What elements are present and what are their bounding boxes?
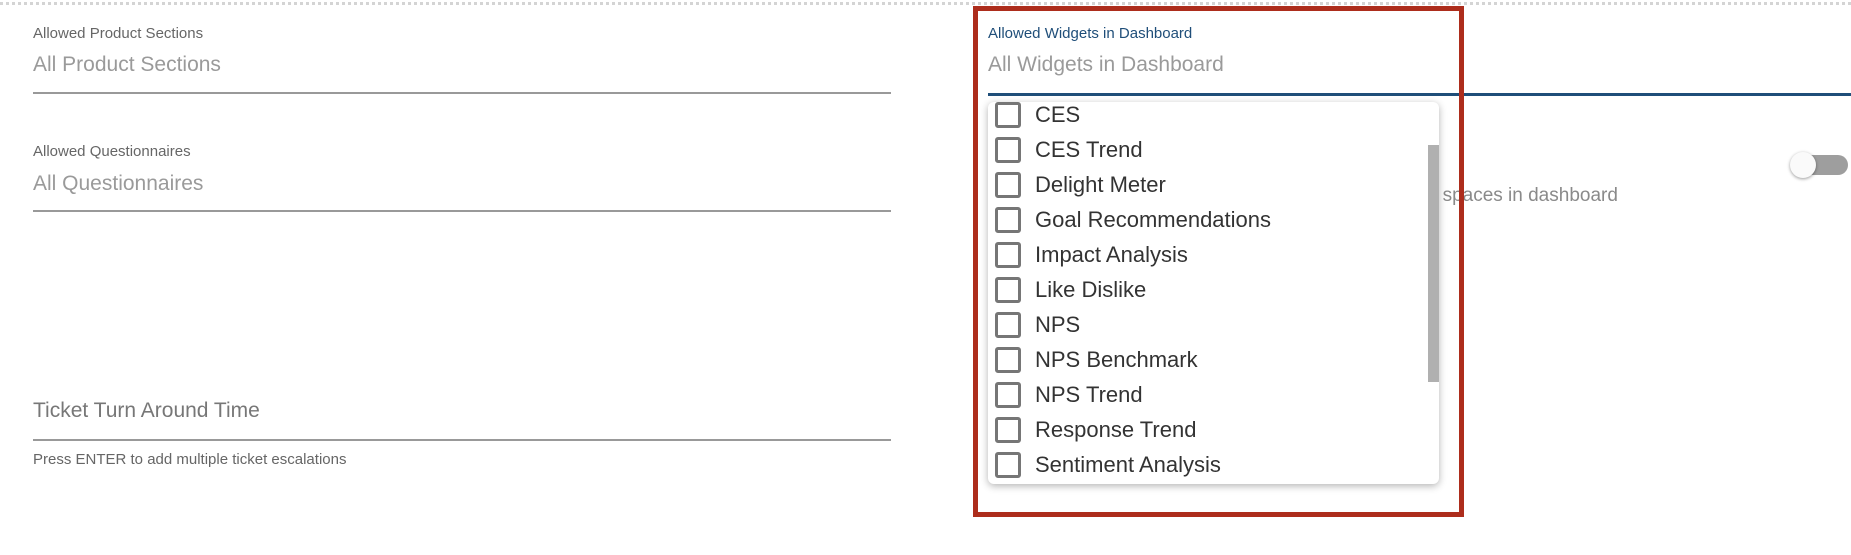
widget-option[interactable]: Delight Meter xyxy=(988,167,1439,202)
questionnaires-label: Allowed Questionnaires xyxy=(33,143,191,160)
ticket-tat-underline xyxy=(33,439,891,441)
widgets-value[interactable]: All Widgets in Dashboard xyxy=(988,53,1224,77)
questionnaires-underline xyxy=(33,210,891,212)
product-sections-underline xyxy=(33,92,891,94)
checkbox-icon[interactable] xyxy=(995,241,1021,268)
widget-option-label: NPS xyxy=(1035,311,1081,337)
checkbox-icon[interactable] xyxy=(995,381,1021,408)
widget-option-label: Goal Recommendations xyxy=(1035,206,1272,232)
checkbox-icon[interactable] xyxy=(995,451,1021,478)
widget-option[interactable]: Response Trend xyxy=(988,412,1439,447)
checkbox-icon[interactable] xyxy=(995,171,1021,198)
widget-option-label: Sentiment Analysis xyxy=(1035,451,1221,477)
checkbox-icon[interactable] xyxy=(995,206,1021,233)
widgets-underline xyxy=(988,93,1851,96)
top-divider xyxy=(0,2,1851,5)
widget-option[interactable]: CES xyxy=(988,102,1439,132)
widget-option[interactable]: Impact Analysis xyxy=(988,237,1439,272)
questionnaires-value[interactable]: All Questionnaires xyxy=(33,172,203,196)
widgets-option-list: CES CES Trend Delight Meter Goal Recommenda… xyxy=(988,102,1439,482)
widget-option[interactable]: CES Trend xyxy=(988,132,1439,167)
widget-option[interactable]: NPS xyxy=(988,307,1439,342)
product-sections-value[interactable]: All Product Sections xyxy=(33,53,221,77)
widget-option-label: CES xyxy=(1035,102,1081,127)
ticket-tat-help: Press ENTER to add multiple ticket escal… xyxy=(33,451,347,468)
widgets-dropdown: CES CES Trend Delight Meter Goal Recommenda… xyxy=(988,102,1439,484)
widget-option[interactable]: Sentiment Analysis xyxy=(988,447,1439,482)
widgets-label: Allowed Widgets in Dashboard xyxy=(988,25,1193,42)
widget-option-label: Like Dislike xyxy=(1035,276,1147,302)
checkbox-icon[interactable] xyxy=(995,102,1021,128)
checkbox-icon[interactable] xyxy=(995,276,1021,303)
widget-option[interactable]: Like Dislike xyxy=(988,272,1439,307)
spaces-toggle[interactable] xyxy=(1790,152,1848,178)
widget-option[interactable]: Goal Recommendations xyxy=(988,202,1439,237)
dropdown-scrollbar[interactable] xyxy=(1428,145,1439,382)
widget-option[interactable]: NPS Benchmark xyxy=(988,342,1439,377)
widget-option-label: Delight Meter xyxy=(1035,171,1166,197)
widget-option-label: Response Trend xyxy=(1035,416,1197,442)
ticket-tat-input[interactable]: Ticket Turn Around Time xyxy=(33,399,260,423)
spaces-setting-label: wn spaces in dashboard xyxy=(1413,185,1618,206)
checkbox-icon[interactable] xyxy=(995,311,1021,338)
widget-option-label: NPS Benchmark xyxy=(1035,346,1198,372)
checkbox-icon[interactable] xyxy=(995,346,1021,373)
widget-option[interactable]: NPS Trend xyxy=(988,377,1439,412)
product-sections-label: Allowed Product Sections xyxy=(33,25,204,42)
toggle-knob xyxy=(1790,152,1816,178)
checkbox-icon[interactable] xyxy=(995,136,1021,163)
checkbox-icon[interactable] xyxy=(995,416,1021,443)
widget-option-label: CES Trend xyxy=(1035,136,1143,162)
widget-option-label: Impact Analysis xyxy=(1035,241,1188,267)
widget-option-label: NPS Trend xyxy=(1035,381,1143,407)
